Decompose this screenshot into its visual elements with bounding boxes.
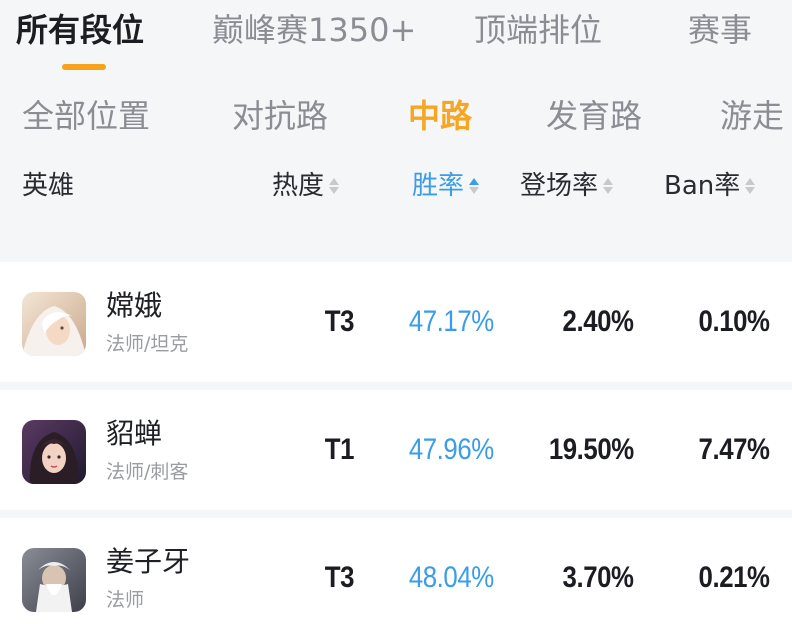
header-ban-rate[interactable]: Ban率 [664,166,756,206]
header-hero: 英雄 [22,166,74,206]
hero-pick-rate: 19.50% [549,433,634,466]
hero-pick-rate: 2.40% [562,305,634,338]
header-ban-rate-label: Ban率 [664,171,741,201]
hero-ban-rate: 7.47% [698,433,770,466]
hero-tier: T3 [324,561,355,594]
hero-ban-rate: 0.10% [698,305,770,338]
header-pick-rate-label: 登场率 [520,171,599,201]
tab-all-positions[interactable]: 全部位置 [22,94,150,138]
hero-name: 嫦娥 [106,289,163,322]
header-heat-label: 热度 [272,171,325,201]
header-win-rate[interactable]: 胜率 [412,166,480,206]
header-win-rate-label: 胜率 [412,171,465,201]
sort-icon [329,178,340,194]
hero-avatar-icon [22,548,86,612]
tab-farm-lane[interactable]: 发育路 [546,94,642,138]
tab-top-ranked[interactable]: 顶端排位 [474,8,602,52]
header-hero-label: 英雄 [22,171,75,201]
tab-peak-1350[interactable]: 巅峰赛1350+ [212,8,416,52]
rank-tab-bar: 所有段位 巅峰赛1350+ 顶端排位 赛事 [0,0,792,86]
header-pick-rate[interactable]: 登场率 [520,166,614,206]
sort-icon [745,178,756,194]
hero-avatar-icon [22,292,86,356]
table-row[interactable]: 貂蝉 法师/刺客 T1 47.96% 19.50% 7.47% [0,390,792,510]
tab-roam[interactable]: 游走 [720,94,784,138]
hero-name: 貂蝉 [106,417,163,450]
header-heat[interactable]: 热度 [272,166,340,206]
hero-role: 法师 [106,589,145,611]
sort-icon [603,178,614,194]
hero-win-rate: 48.04% [409,561,494,594]
hero-win-rate: 47.96% [409,433,494,466]
tab-mid-lane[interactable]: 中路 [408,94,472,138]
hero-avatar-icon [22,420,86,484]
hero-win-rate: 47.17% [409,305,494,338]
hero-ban-rate: 0.21% [698,561,770,594]
table-row[interactable]: 嫦娥 法师/坦克 T3 47.17% 2.40% 0.10% [0,262,792,382]
hero-pick-rate: 3.70% [562,561,634,594]
hero-ranking-page: 所有段位 巅峰赛1350+ 顶端排位 赛事 全部位置 对抗路 中路 发育路 游走… [0,0,792,624]
tab-clash-lane[interactable]: 对抗路 [232,94,328,138]
hero-role: 法师/坦克 [106,333,189,355]
tab-tournament[interactable]: 赛事 [688,8,752,52]
hero-name: 姜子牙 [106,545,191,578]
sort-ascending-icon [469,178,480,194]
table-row[interactable]: 姜子牙 法师 T3 48.04% 3.70% 0.21% [0,518,792,624]
tab-all-ranks[interactable]: 所有段位 [16,8,144,52]
hero-role: 法师/刺客 [106,461,189,483]
hero-tier: T1 [324,433,355,466]
active-tab-indicator [62,64,106,70]
hero-tier: T3 [324,305,355,338]
